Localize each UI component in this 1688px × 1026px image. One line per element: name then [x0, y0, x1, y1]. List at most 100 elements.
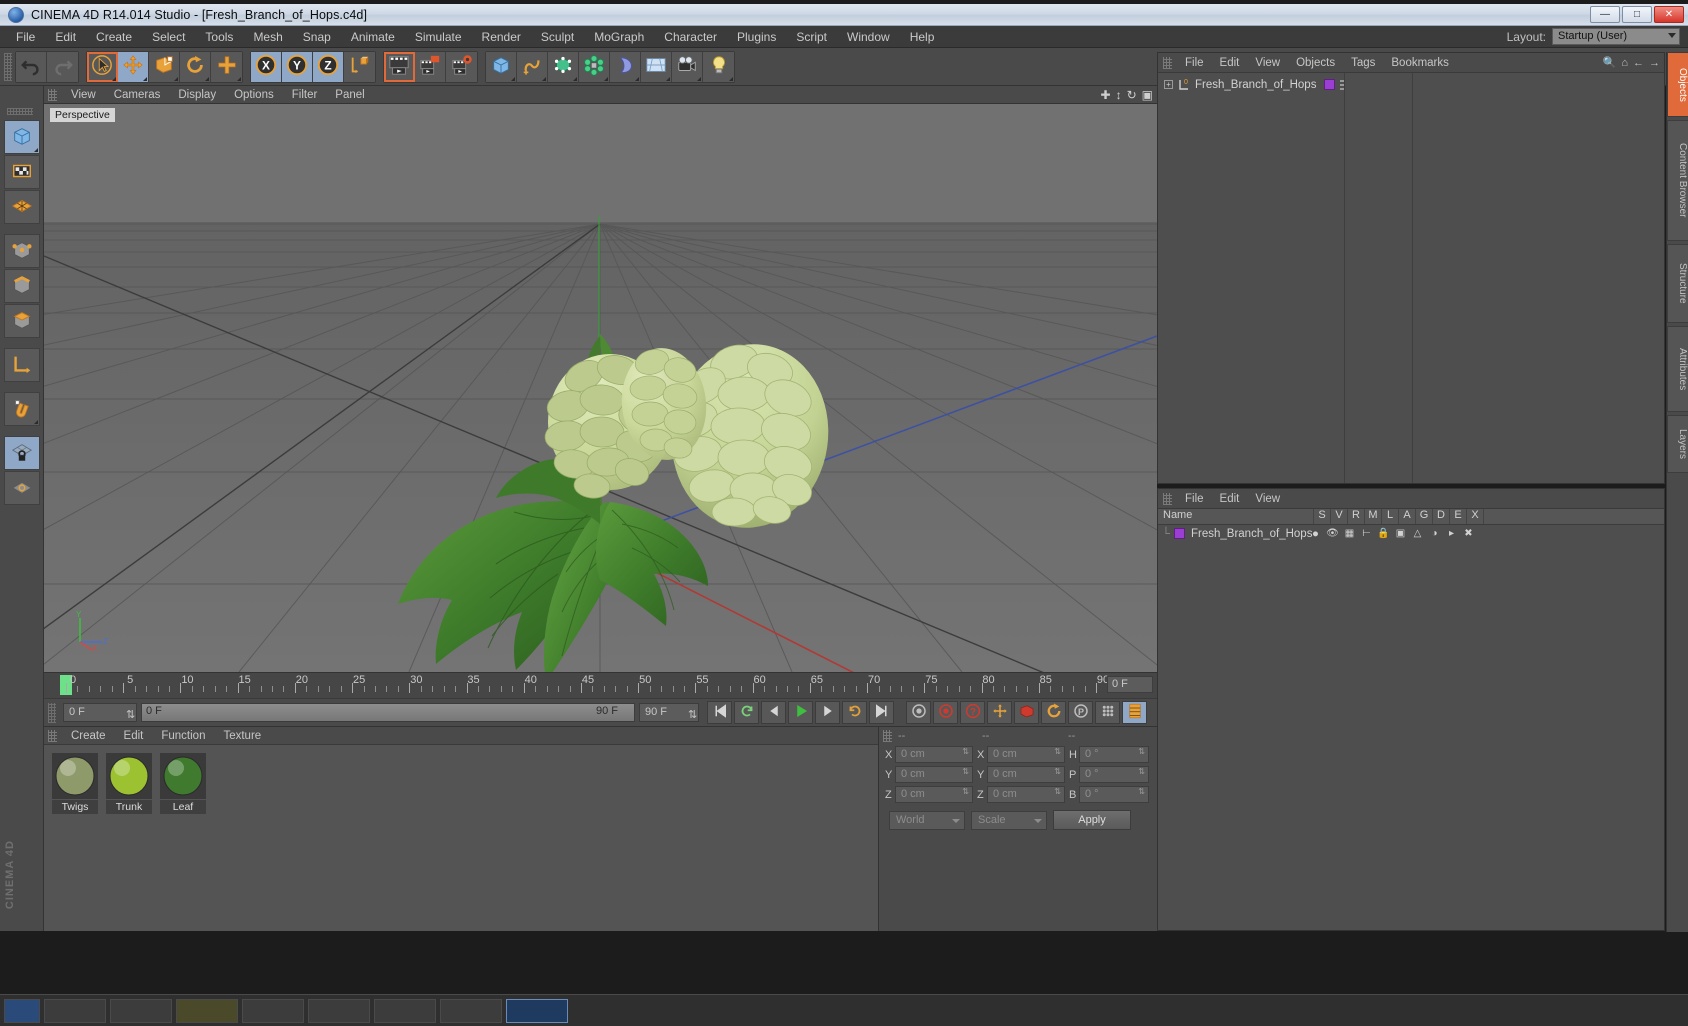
- layer-flag-a[interactable]: ▣: [1392, 528, 1409, 539]
- layer-flag-e[interactable]: ▸: [1443, 528, 1460, 539]
- layer-list[interactable]: Name S V R M L A G D E X └ Fresh_Branch_of_Hops ● 👁 ▦ ⊢…: [1158, 509, 1664, 930]
- go-to-end-button[interactable]: [869, 701, 894, 724]
- dock-tab-structure[interactable]: Structure: [1667, 244, 1688, 323]
- go-to-start-button[interactable]: [707, 701, 732, 724]
- position-field[interactable]: 0 cm ⇅: [895, 766, 973, 783]
- dock-tab-attributes[interactable]: Attributes: [1667, 326, 1688, 412]
- material-preview[interactable]: [160, 753, 206, 799]
- edges-mode-button[interactable]: [3, 269, 40, 303]
- autokeying-button[interactable]: [933, 701, 958, 724]
- frame-end-field[interactable]: 90 F ⇅: [639, 703, 699, 722]
- layer-column-d[interactable]: D: [1433, 509, 1450, 524]
- select-tool-button[interactable]: [87, 51, 118, 82]
- submenu-corner-icon[interactable]: [174, 76, 178, 81]
- subdivision-mode-button[interactable]: [3, 190, 40, 224]
- move-tool-button[interactable]: [118, 51, 149, 82]
- apply-button[interactable]: Apply: [1053, 810, 1131, 830]
- add-spline-button[interactable]: [517, 51, 548, 82]
- material-preview[interactable]: [106, 753, 152, 799]
- menu-snap[interactable]: Snap: [293, 26, 341, 48]
- layer-column-l[interactable]: L: [1382, 509, 1399, 524]
- menu-help[interactable]: Help: [900, 26, 945, 48]
- add-tool-button[interactable]: [211, 51, 242, 82]
- maximize-view-icon[interactable]: ▣: [1142, 88, 1153, 102]
- maximize-button[interactable]: □: [1622, 6, 1652, 23]
- menu-tools[interactable]: Tools: [195, 26, 243, 48]
- menu-mesh[interactable]: Mesh: [243, 26, 292, 48]
- pan-icon[interactable]: ✚: [1101, 88, 1111, 102]
- stepper-icon[interactable]: ⇅: [1054, 788, 1061, 796]
- add-cube-button[interactable]: [486, 51, 517, 82]
- zoom-icon[interactable]: ↕: [1116, 88, 1122, 102]
- layer-flag-x[interactable]: ✖: [1460, 528, 1477, 539]
- material-item[interactable]: Twigs: [52, 753, 98, 814]
- layer-flag-l[interactable]: 🔒: [1375, 528, 1392, 539]
- lock-grid-button[interactable]: [3, 436, 40, 470]
- polygons-mode-button[interactable]: [3, 304, 40, 338]
- object-tree[interactable]: +0 Fresh_Branch_of_Hops: [1158, 73, 1664, 483]
- record-active-objects-button[interactable]: [906, 701, 931, 724]
- submenu-corner-icon[interactable]: [729, 76, 733, 81]
- home-icon[interactable]: ⌂: [1621, 57, 1628, 69]
- layer-flag-d[interactable]: ◑: [1426, 528, 1443, 539]
- taskbar-item-8[interactable]: [440, 999, 502, 1023]
- material-menu-function[interactable]: Function: [152, 727, 214, 745]
- stepper-icon[interactable]: ⇅: [1138, 748, 1145, 756]
- submenu-corner-icon[interactable]: [112, 76, 116, 81]
- rotation-key-button[interactable]: [1041, 701, 1066, 724]
- object-row[interactable]: +0 Fresh_Branch_of_Hops: [1158, 76, 1664, 93]
- viewport-menu-display[interactable]: Display: [169, 86, 225, 104]
- play-reverse-loop-button[interactable]: [734, 701, 759, 724]
- add-deformer-button[interactable]: [610, 51, 641, 82]
- layer-column-r[interactable]: R: [1348, 509, 1365, 524]
- size-field[interactable]: 0 cm ⇅: [987, 766, 1065, 783]
- workplane-button[interactable]: [3, 471, 40, 505]
- position-key-button[interactable]: [987, 701, 1012, 724]
- transport-grip[interactable]: [48, 702, 56, 723]
- submenu-corner-icon[interactable]: [573, 76, 577, 81]
- taskbar-item-1[interactable]: [4, 999, 40, 1023]
- model-mode-button[interactable]: [3, 120, 40, 154]
- submenu-corner-icon[interactable]: [33, 420, 38, 424]
- stepper-icon[interactable]: ⇅: [962, 748, 969, 756]
- object-menu-file[interactable]: File: [1177, 53, 1212, 73]
- layer-menu-file[interactable]: File: [1177, 489, 1212, 509]
- viewport-grip[interactable]: [48, 88, 57, 101]
- step-back-button[interactable]: [761, 701, 786, 724]
- rotate-tool-button[interactable]: [180, 51, 211, 82]
- material-item[interactable]: Leaf: [160, 753, 206, 814]
- submenu-corner-icon[interactable]: [542, 76, 546, 81]
- menu-create[interactable]: Create: [86, 26, 142, 48]
- layer-column-e[interactable]: E: [1450, 509, 1467, 524]
- stepper-icon[interactable]: ⇅: [1138, 768, 1145, 776]
- lock-x-button[interactable]: X: [251, 51, 282, 82]
- layer-menu-edit[interactable]: Edit: [1212, 489, 1248, 509]
- submenu-corner-icon[interactable]: [143, 76, 147, 81]
- position-field[interactable]: 0 cm ⇅: [895, 786, 973, 803]
- taskbar-item-4[interactable]: [176, 999, 238, 1023]
- stepper-icon[interactable]: ⇅: [1054, 768, 1061, 776]
- stepper-icon[interactable]: ⇅: [962, 788, 969, 796]
- coordinates-grip[interactable]: [883, 730, 892, 742]
- layer-flag-s[interactable]: ●: [1307, 528, 1324, 540]
- transform-mode-dropdown[interactable]: Scale: [971, 810, 1047, 830]
- point-level-animation-button[interactable]: [1095, 701, 1120, 724]
- submenu-corner-icon[interactable]: [604, 76, 608, 81]
- layer-column-g[interactable]: G: [1416, 509, 1433, 524]
- material-tag-icon[interactable]: [1324, 79, 1336, 90]
- timeline-toggle-button[interactable]: [1122, 701, 1147, 724]
- forward-icon[interactable]: →: [1649, 57, 1660, 69]
- world-coordinate-button[interactable]: [344, 51, 375, 82]
- stepper-icon[interactable]: ⇅: [1054, 748, 1061, 756]
- material-menu-edit[interactable]: Edit: [115, 727, 153, 745]
- menu-animate[interactable]: Animate: [341, 26, 405, 48]
- layer-column-a[interactable]: A: [1399, 509, 1416, 524]
- scale-tool-button[interactable]: [149, 51, 180, 82]
- layer-row[interactable]: └ Fresh_Branch_of_Hops ● 👁 ▦ ⊢ 🔒 ▣ △ ◑ ▸ ✖: [1158, 525, 1664, 542]
- menu-window[interactable]: Window: [837, 26, 900, 48]
- perspective-viewport[interactable]: Perspective Y Z X: [44, 104, 1157, 672]
- rotate-view-icon[interactable]: ↻: [1127, 88, 1137, 102]
- menu-select[interactable]: Select: [142, 26, 195, 48]
- taskbar-item-2[interactable]: [44, 999, 106, 1023]
- add-mograph-button[interactable]: [579, 51, 610, 82]
